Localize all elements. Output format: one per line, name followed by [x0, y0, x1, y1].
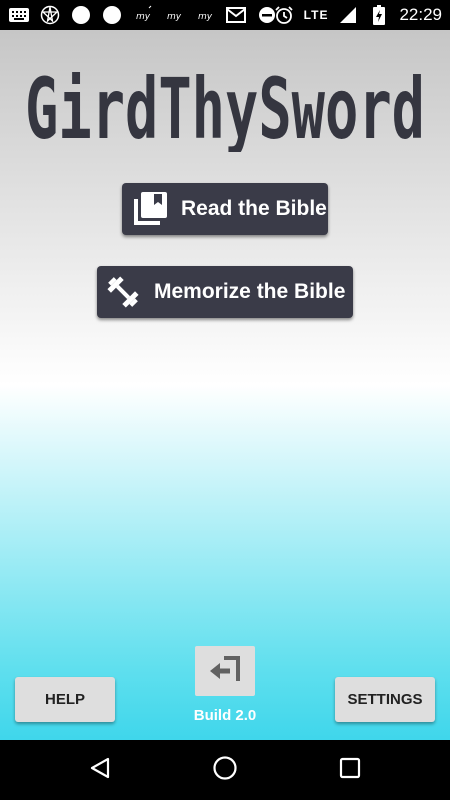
navigation-bar — [0, 740, 450, 800]
svg-text:my: my — [198, 12, 213, 22]
alarm-icon — [273, 4, 295, 26]
dumbbell-icon — [104, 273, 142, 311]
app-screen: GirdThySword Read the Bible Memorize the… — [0, 30, 450, 740]
notification-icons: my my my — [8, 4, 278, 26]
back-button[interactable] — [84, 754, 116, 786]
memorize-bible-button[interactable]: Memorize the Bible — [97, 266, 353, 318]
home-button[interactable] — [209, 754, 241, 786]
help-button[interactable]: HELP — [15, 677, 115, 722]
system-icons: LTE 22:29 — [273, 4, 442, 26]
settings-button[interactable]: SETTINGS — [335, 677, 435, 722]
svg-text:my: my — [136, 12, 151, 22]
my-app-icon: my — [132, 4, 154, 26]
recents-button[interactable] — [334, 754, 366, 786]
my-app-icon: my — [163, 4, 185, 26]
my-app-icon: my — [194, 4, 216, 26]
home-circle-icon — [212, 755, 238, 785]
logo-text: GirdThySword — [25, 72, 425, 152]
back-triangle-icon — [88, 756, 112, 784]
build-version: Build 2.0 — [193, 707, 257, 724]
app-logo: GirdThySword — [22, 72, 428, 152]
battery-charging-icon — [368, 4, 390, 26]
network-type: LTE — [303, 8, 329, 22]
svg-text:my: my — [167, 12, 182, 22]
mail-icon — [225, 4, 247, 26]
keyboard-icon — [8, 4, 30, 26]
book-library-icon — [131, 190, 169, 228]
memorize-bible-label: Memorize the Bible — [154, 280, 346, 303]
pentagram-icon — [39, 4, 61, 26]
build-info-button[interactable] — [195, 646, 255, 696]
settings-label: SETTINGS — [347, 691, 423, 708]
help-label: HELP — [44, 691, 85, 708]
status-bar: my my my LTE 22:29 — [0, 0, 450, 30]
read-bible-label: Read the Bible — [181, 197, 327, 220]
return-arrow-icon — [208, 655, 242, 687]
circle-icon — [101, 4, 123, 26]
lte-signal-icon — [337, 4, 359, 26]
read-bible-button[interactable]: Read the Bible — [122, 183, 328, 235]
circle-icon — [70, 4, 92, 26]
clock: 22:29 — [399, 5, 442, 24]
recents-square-icon — [338, 756, 362, 784]
